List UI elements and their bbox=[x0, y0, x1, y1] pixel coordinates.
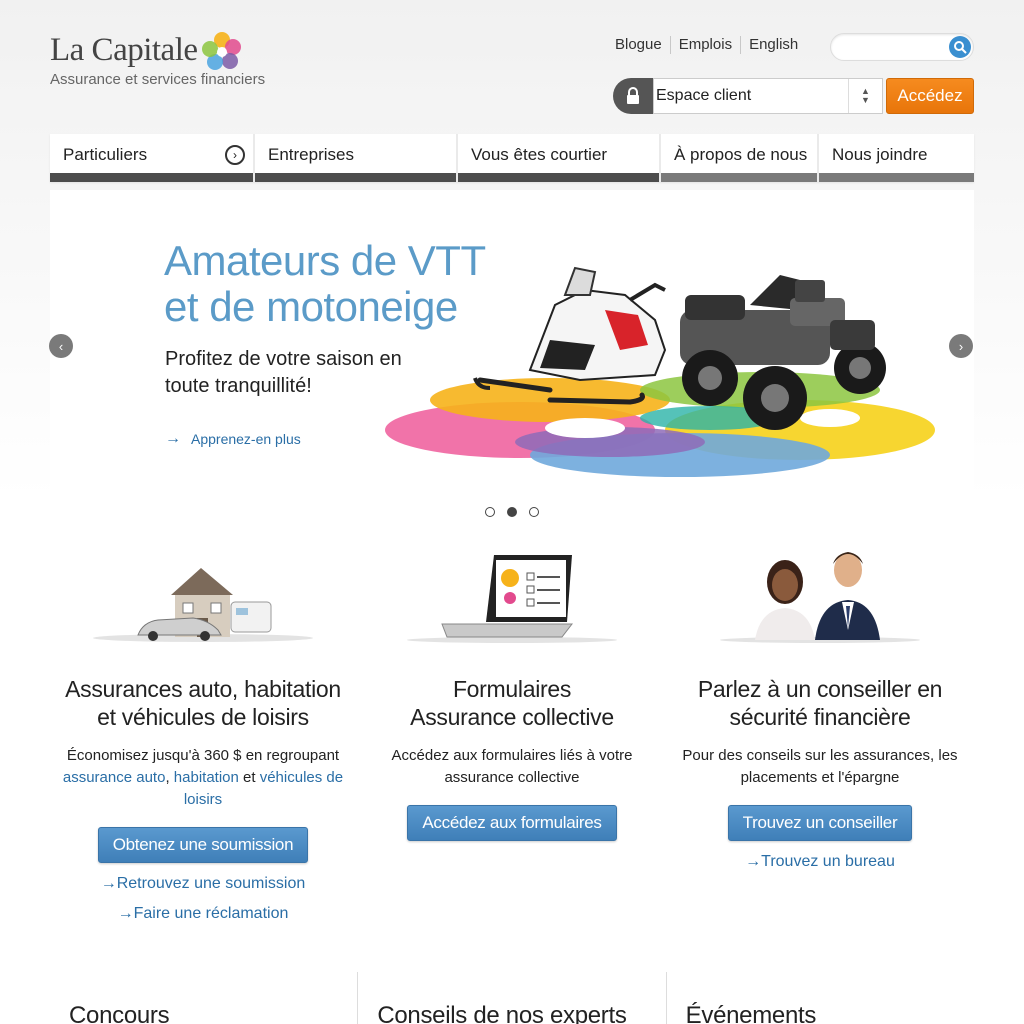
column-title-line1: Assurances auto, habitation bbox=[65, 676, 341, 702]
make-claim-label: Faire une réclamation bbox=[133, 905, 289, 922]
carousel-dot-1[interactable] bbox=[485, 507, 495, 517]
find-quote-link[interactable]: →Retrouvez une soumission bbox=[53, 875, 353, 893]
main-nav: Particuliers › Entreprises Vous êtes cou… bbox=[50, 134, 974, 182]
carousel-dot-3[interactable] bbox=[529, 507, 539, 517]
column-title-line1: Parlez à un conseiller en bbox=[697, 676, 943, 702]
flower-logo-icon bbox=[202, 32, 241, 70]
column-text-line2: assurance collective bbox=[444, 769, 580, 786]
nav-label: Nous joindre bbox=[832, 145, 928, 164]
nav-label: À propos de nous bbox=[674, 145, 808, 164]
bottom-sections: Concours Conseils de nos experts Événeme… bbox=[50, 972, 974, 1024]
nav-particuliers[interactable]: Particuliers › bbox=[50, 134, 255, 182]
search-input[interactable] bbox=[841, 34, 951, 60]
logo[interactable]: La Capitale Assurance et services financ… bbox=[50, 30, 265, 88]
section-concours[interactable]: Concours bbox=[50, 972, 359, 1024]
find-office-link[interactable]: →Trouvez un bureau bbox=[670, 853, 970, 871]
search-icon bbox=[954, 41, 967, 54]
column-title-line2: sécurité financière bbox=[729, 704, 911, 730]
get-quote-button[interactable]: Obtenez une soumission bbox=[97, 827, 309, 863]
chevron-left-icon: ‹ bbox=[58, 338, 64, 354]
hero-link-label: Apprenez-en plus bbox=[191, 431, 301, 447]
top-link-emplois[interactable]: Emplois bbox=[671, 36, 742, 54]
carousel-prev-button[interactable]: ‹ bbox=[49, 334, 73, 358]
advisors-photo bbox=[670, 540, 970, 645]
carousel-dots bbox=[485, 507, 539, 517]
client-space-select[interactable]: Espace client ▲ ▼ bbox=[653, 78, 883, 114]
column-text-line1: Accédez aux formulaires liés à votre bbox=[391, 747, 633, 764]
arrow-right-icon: → bbox=[745, 853, 762, 870]
column-title-line1: Formulaires bbox=[452, 676, 572, 702]
column-text-line1: Pour des conseils sur les assurances, le… bbox=[682, 747, 958, 764]
column-text: Économisez jusqu'à 360 $ en regroupant a… bbox=[62, 747, 344, 808]
hero-vehicles-image bbox=[385, 266, 935, 477]
nav-entreprises[interactable]: Entreprises bbox=[255, 134, 458, 182]
make-claim-link[interactable]: →Faire une réclamation bbox=[53, 905, 353, 923]
arrow-right-icon: → bbox=[117, 905, 134, 922]
find-quote-label: Retrouvez une soumission bbox=[116, 875, 306, 892]
column-text: Pour des conseils sur les assurances, le… bbox=[670, 745, 970, 789]
access-forms-button[interactable]: Accédez aux formulaires bbox=[407, 805, 617, 841]
hero-subtitle: Profitez de votre saison en toute tranqu… bbox=[165, 346, 402, 400]
select-arrows-icon: ▲ ▼ bbox=[848, 79, 882, 113]
column-conseiller: Parlez à un conseiller en sécurité finan… bbox=[670, 540, 970, 871]
hero-learn-more-link[interactable]: → Apprenez-en plus bbox=[165, 430, 301, 448]
hero-sub-line2: toute tranquillité! bbox=[165, 375, 312, 397]
chevron-right-icon: › bbox=[958, 338, 964, 354]
column-text-lead: Économisez jusqu'à 360 $ en regroupant bbox=[66, 747, 340, 764]
nav-nous-joindre[interactable]: Nous joindre bbox=[819, 134, 974, 182]
section-conseils-experts[interactable]: Conseils de nos experts bbox=[358, 972, 667, 1024]
hero-carousel: Amateurs de VTT et de motoneige Profitez… bbox=[50, 190, 974, 495]
column-formulaires: Formulaires Assurance collective Accédez… bbox=[362, 540, 662, 841]
nav-label: Vous êtes courtier bbox=[471, 145, 608, 164]
access-button[interactable]: Accédez bbox=[886, 78, 974, 114]
nav-a-propos[interactable]: À propos de nous bbox=[661, 134, 819, 182]
search-button[interactable] bbox=[949, 36, 971, 58]
top-links: Blogue Emplois English bbox=[607, 36, 806, 54]
client-area: Espace client ▲ ▼ bbox=[613, 78, 883, 114]
search-box bbox=[830, 33, 974, 61]
column-title: Assurances auto, habitation et véhicules… bbox=[53, 675, 353, 731]
column-title-line2: Assurance collective bbox=[410, 704, 614, 730]
section-evenements[interactable]: Événements bbox=[667, 972, 974, 1024]
column-text-line2: placements et l'épargne bbox=[740, 769, 900, 786]
column-title: Formulaires Assurance collective bbox=[362, 675, 662, 731]
arrow-right-icon: → bbox=[100, 875, 117, 892]
chevron-right-icon: › bbox=[225, 145, 245, 165]
link-habitation[interactable]: habitation bbox=[174, 769, 239, 786]
client-select-value: Espace client bbox=[656, 87, 752, 104]
top-link-blogue[interactable]: Blogue bbox=[607, 36, 671, 54]
carousel-dot-2[interactable] bbox=[507, 507, 517, 517]
carousel-next-button[interactable]: › bbox=[949, 334, 973, 358]
hero-sub-line1: Profitez de votre saison en bbox=[165, 348, 402, 370]
find-advisor-button[interactable]: Trouvez un conseiller bbox=[727, 805, 913, 841]
column-title-line2: et véhicules de loisirs bbox=[97, 704, 309, 730]
laptop-image bbox=[362, 540, 662, 645]
lock-icon bbox=[613, 78, 653, 114]
column-auto-habitation: Assurances auto, habitation et véhicules… bbox=[53, 540, 353, 923]
column-text-and: et bbox=[243, 769, 256, 786]
nav-label: Particuliers bbox=[63, 145, 148, 164]
nav-label: Entreprises bbox=[268, 145, 354, 164]
nav-courtier[interactable]: Vous êtes courtier bbox=[458, 134, 661, 182]
find-office-label: Trouvez un bureau bbox=[761, 853, 895, 870]
link-assurance-auto[interactable]: assurance auto bbox=[63, 769, 166, 786]
top-link-english[interactable]: English bbox=[741, 36, 806, 54]
arrow-right-icon: → bbox=[165, 430, 181, 447]
column-title: Parlez à un conseiller en sécurité finan… bbox=[670, 675, 970, 731]
house-car-image bbox=[53, 540, 353, 645]
column-text: Accédez aux formulaires liés à votre ass… bbox=[362, 745, 662, 789]
